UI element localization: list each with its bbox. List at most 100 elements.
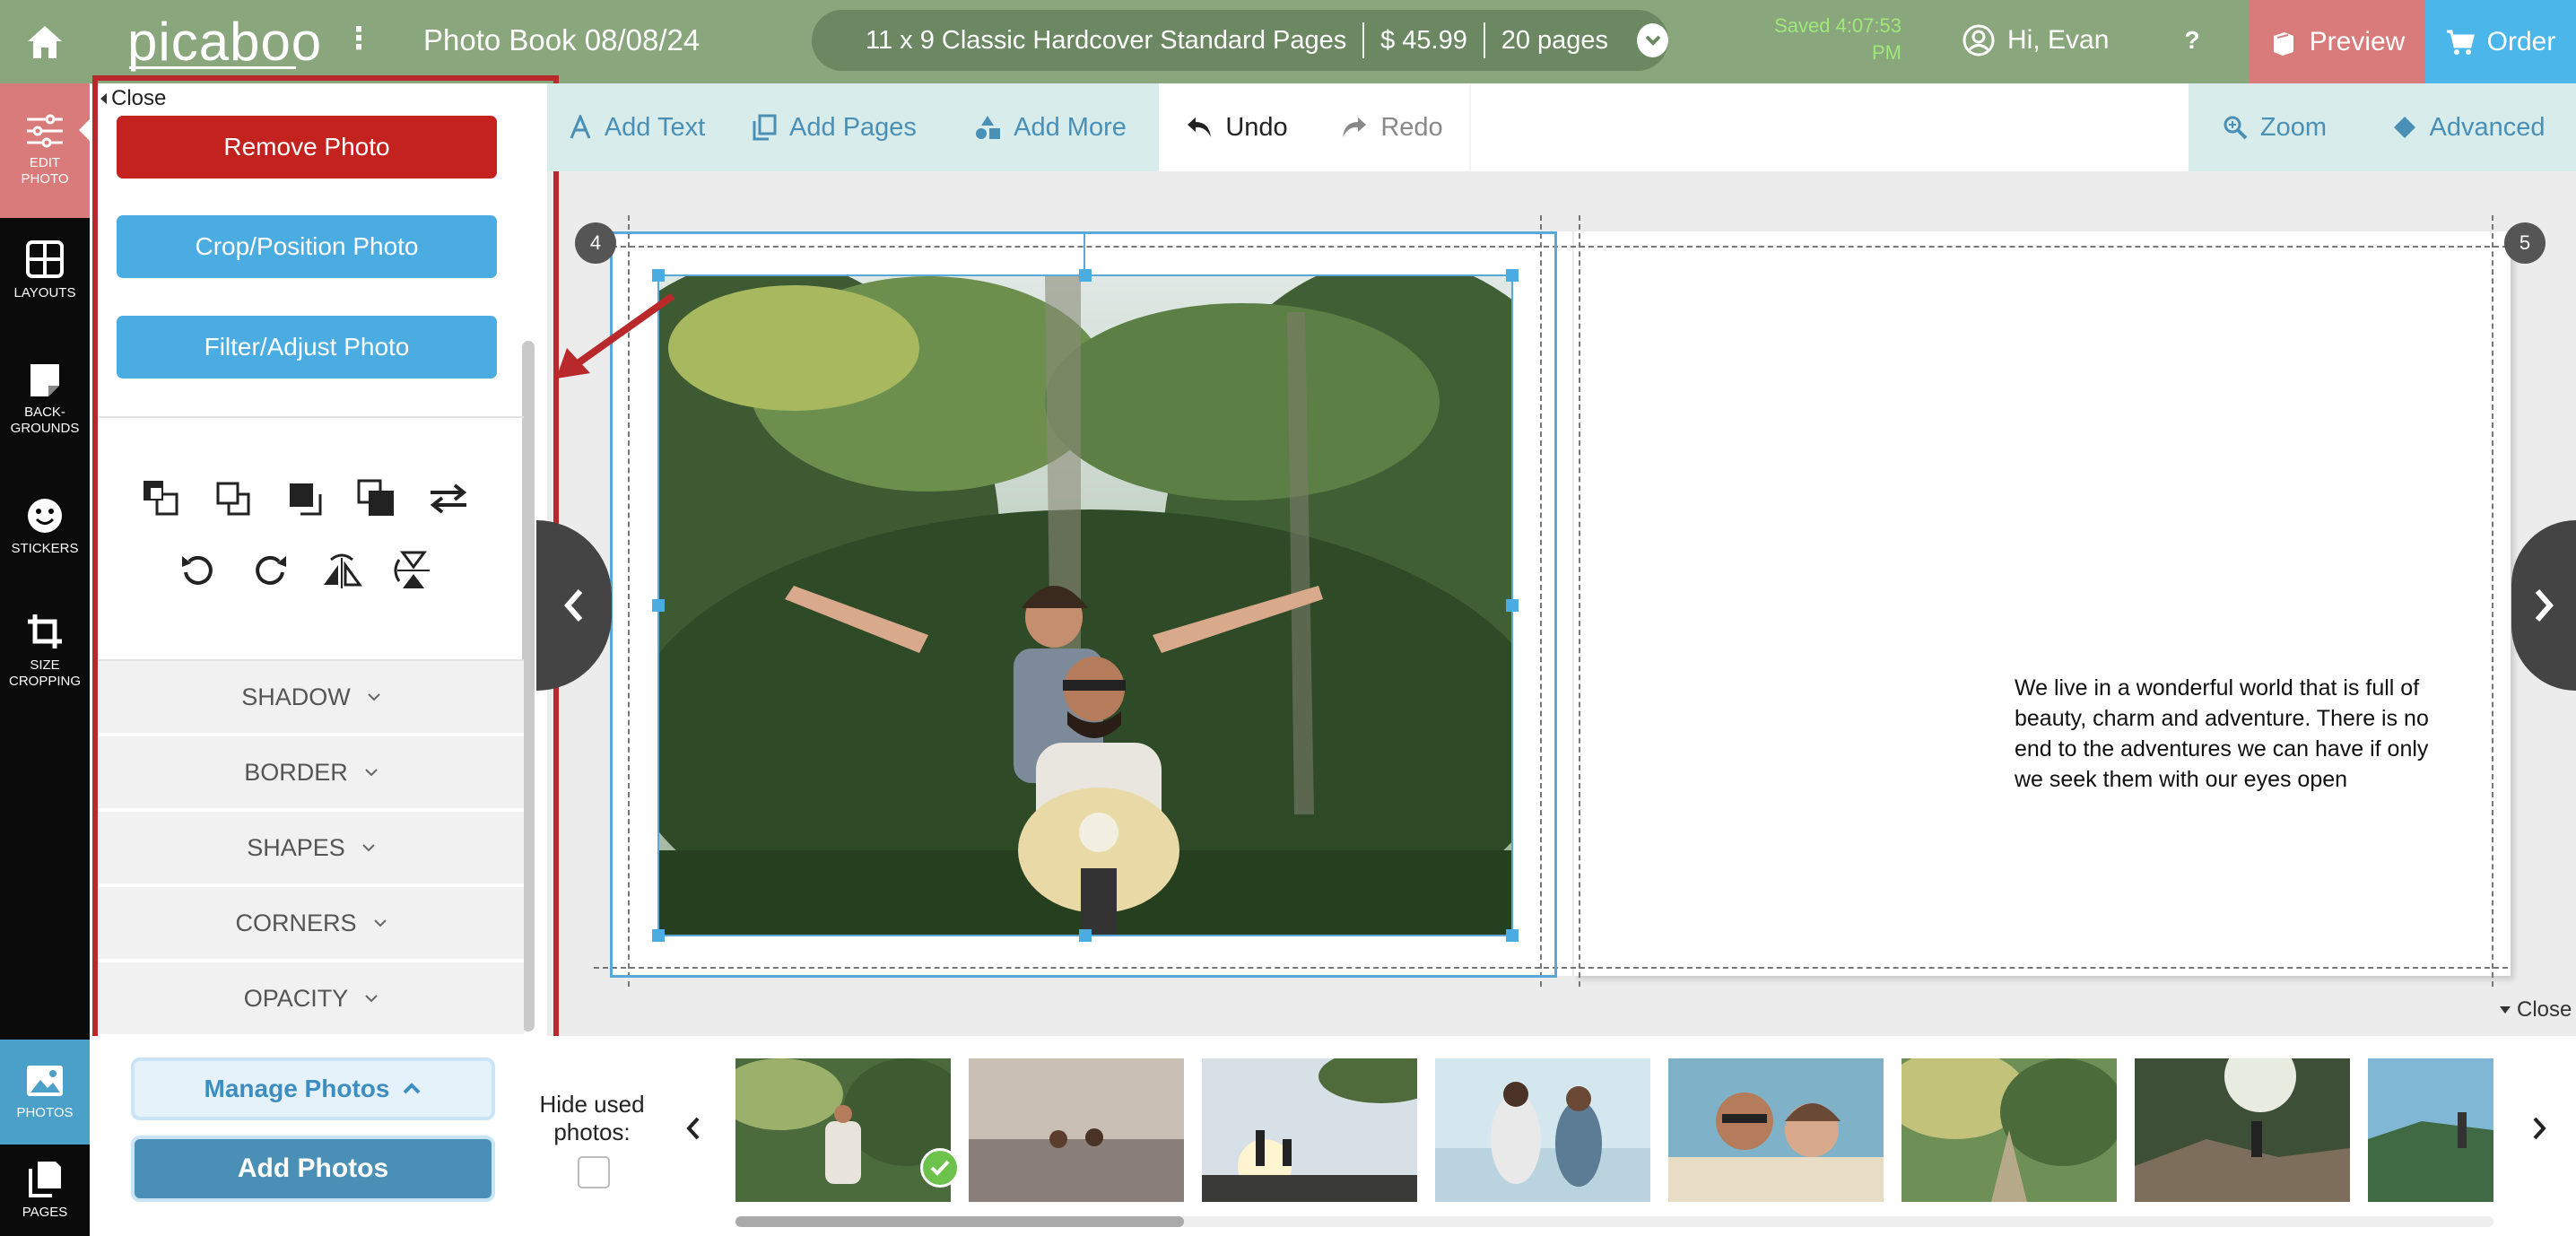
- flip-vertical-icon[interactable]: [388, 545, 439, 596]
- section-label: SHAPES: [247, 833, 345, 861]
- chevron-down-icon[interactable]: [1637, 23, 1668, 57]
- resize-handle[interactable]: [652, 599, 665, 612]
- advanced-button[interactable]: Advanced: [2361, 83, 2576, 171]
- remove-photo-button[interactable]: Remove Photo: [117, 116, 497, 178]
- shadow-section[interactable]: SHADOW: [99, 661, 524, 736]
- home-icon: [28, 25, 62, 58]
- sliders-icon: [27, 114, 63, 148]
- undo-button[interactable]: Undo: [1159, 83, 1317, 171]
- resize-handle[interactable]: [1506, 269, 1519, 282]
- photo-thumbnail[interactable]: [2135, 1058, 2350, 1202]
- manage-photos-button[interactable]: Manage Photos: [131, 1058, 495, 1120]
- home-button[interactable]: [0, 0, 90, 83]
- bring-forward-icon[interactable]: [136, 474, 187, 524]
- resize-handle[interactable]: [1506, 929, 1519, 942]
- close-label: Close: [2517, 997, 2572, 1022]
- note-icon: [30, 364, 59, 396]
- user-menu[interactable]: Hi, Evan: [1962, 18, 2109, 63]
- page-text-box[interactable]: We live in a wonderful world that is ful…: [2015, 673, 2463, 795]
- close-tray-button[interactable]: Close: [2499, 997, 2572, 1023]
- tray-prev-button[interactable]: [680, 1110, 707, 1146]
- add-photos-button[interactable]: Add Photos: [131, 1136, 495, 1202]
- photo-thumbnail[interactable]: [1202, 1058, 1417, 1202]
- photo-thumbnail[interactable]: [1435, 1058, 1650, 1202]
- nav-label: EDIT PHOTO: [21, 155, 69, 187]
- chevron-up-icon: [404, 1083, 421, 1094]
- corners-section[interactable]: CORNERS: [99, 887, 524, 962]
- flip-horizontal-icon[interactable]: [317, 545, 367, 596]
- border-section[interactable]: BORDER: [99, 736, 524, 812]
- nav-label: PAGES: [22, 1205, 68, 1220]
- resize-handle[interactable]: [1079, 269, 1092, 282]
- caret-down-icon: [2500, 1006, 2511, 1014]
- annotation-arrow: [556, 292, 675, 379]
- opacity-section[interactable]: OPACITY: [99, 962, 524, 1038]
- page-number-badge: 5: [2504, 222, 2546, 264]
- nav-label: STICKERS: [11, 541, 79, 556]
- greeting-text: Hi, Evan: [2007, 25, 2110, 55]
- nav-label: PHOTOS: [16, 1104, 74, 1120]
- photo-thumbnail[interactable]: [1902, 1058, 2117, 1202]
- zoom-button[interactable]: Zoom: [2189, 83, 2363, 171]
- tray-next-button[interactable]: [2526, 1110, 2553, 1146]
- redo-button[interactable]: Redo: [1315, 83, 1471, 171]
- nav-pages[interactable]: PAGES: [0, 1160, 90, 1221]
- tb-label: Add More: [1014, 112, 1127, 142]
- rotate-right-icon[interactable]: [245, 545, 295, 596]
- add-text-button[interactable]: Add Text: [547, 83, 728, 171]
- pages-icon: [753, 114, 777, 141]
- tray-scrollbar-thumb[interactable]: [735, 1216, 1184, 1227]
- grid-icon: [26, 240, 64, 278]
- nav-stickers[interactable]: STICKERS: [0, 498, 90, 557]
- previous-page-button[interactable]: [536, 520, 612, 691]
- close-panel-button[interactable]: Close: [99, 86, 166, 111]
- pages-icon: [29, 1162, 61, 1197]
- panel-scrollbar[interactable]: [522, 341, 535, 1031]
- nav-layouts[interactable]: LAYOUTS: [0, 240, 90, 301]
- product-selector[interactable]: 11 x 9 Classic Hardcover Standard Pages …: [812, 10, 1668, 71]
- send-to-back-icon[interactable]: [352, 474, 402, 524]
- photo-thumbnail[interactable]: [735, 1058, 951, 1202]
- photo-thumbnail[interactable]: [969, 1058, 1184, 1202]
- undo-icon: [1188, 118, 1212, 137]
- crop-icon: [28, 614, 62, 648]
- shapes-section[interactable]: SHAPES: [99, 812, 524, 887]
- project-title[interactable]: Photo Book 08/08/24: [423, 20, 700, 65]
- crop-position-button[interactable]: Crop/Position Photo: [117, 215, 497, 278]
- picaboo-logo[interactable]: picaboo: [127, 7, 321, 75]
- section-label: BORDER: [244, 758, 348, 786]
- resize-handle[interactable]: [1079, 929, 1092, 942]
- resize-handle[interactable]: [652, 929, 665, 942]
- rotate-left-icon[interactable]: [173, 545, 223, 596]
- nav-edit-photo[interactable]: EDIT PHOTO: [0, 83, 90, 218]
- hide-used-checkbox[interactable]: [578, 1156, 610, 1188]
- swap-icon[interactable]: [423, 474, 474, 524]
- next-page-button[interactable]: [2511, 520, 2576, 691]
- section-label: CORNERS: [235, 909, 357, 936]
- preview-button[interactable]: Preview: [2250, 0, 2425, 83]
- add-pages-button[interactable]: Add Pages: [727, 83, 944, 171]
- tb-label: Zoom: [2259, 112, 2328, 142]
- chevron-down-icon: [373, 919, 387, 927]
- add-more-button[interactable]: Add More: [942, 83, 1161, 171]
- product-price: $ 45.99: [1380, 25, 1467, 55]
- send-backward-icon[interactable]: [208, 474, 258, 524]
- photo-thumbnail[interactable]: [1668, 1058, 1884, 1202]
- selected-photo[interactable]: [657, 274, 1513, 936]
- more-menu-icon[interactable]: ⋮: [344, 18, 374, 63]
- page-right[interactable]: [1574, 231, 2511, 976]
- nav-photos[interactable]: PHOTOS: [0, 1040, 90, 1145]
- nav-backgrounds[interactable]: BACK-GROUNDS: [0, 361, 90, 437]
- filter-adjust-button[interactable]: Filter/Adjust Photo: [117, 316, 497, 379]
- bring-to-front-icon[interactable]: [280, 474, 330, 524]
- help-button[interactable]: ?: [2174, 20, 2210, 61]
- order-button[interactable]: Order: [2425, 0, 2576, 83]
- resize-handle[interactable]: [1506, 599, 1519, 612]
- tb-label: Redo: [1380, 112, 1443, 142]
- nav-size-cropping[interactable]: SIZE CROPPING: [0, 613, 90, 690]
- section-label: OPACITY: [243, 984, 349, 1012]
- tb-label: Add Text: [604, 112, 706, 142]
- order-label: Order: [2486, 26, 2556, 57]
- saved-status: Saved 4:07:53 PM: [1774, 14, 1902, 64]
- photo-thumbnail[interactable]: [2368, 1058, 2493, 1202]
